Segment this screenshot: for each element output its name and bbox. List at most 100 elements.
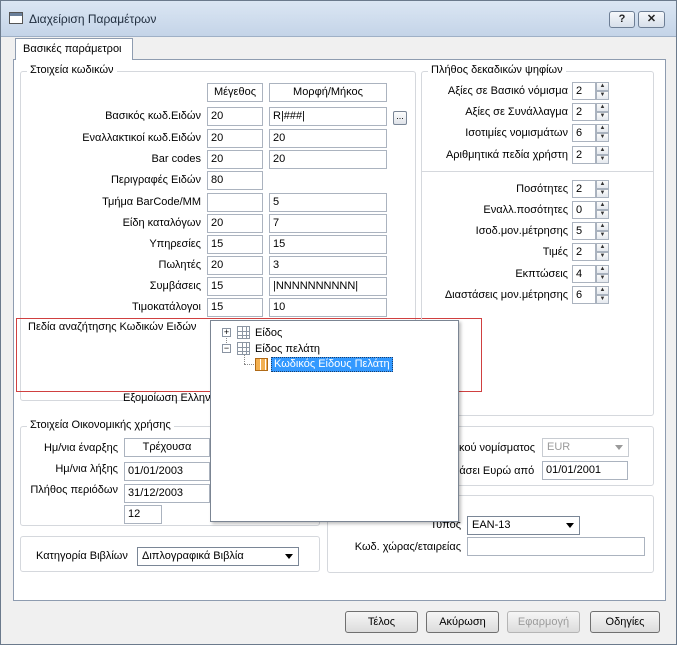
spin-up-icon[interactable]: ▲ [596,103,609,112]
title-bar: Διαχείριση Παραμέτρων ? ✕ [1,1,676,37]
decimals-label: Τιμές [542,246,568,258]
code-format-input[interactable]: 3 [269,256,387,275]
code-format-input[interactable]: |NNNNNNNNNN| [269,277,387,296]
code-row-label: Είδη καταλόγων [122,217,201,229]
tab-basic-parameters[interactable]: Βασικές παράμετροι [15,38,133,60]
code-size-input[interactable]: 15 [207,298,263,317]
decimals-value[interactable]: 5 [572,222,596,240]
decimals-value[interactable]: 4 [572,265,596,283]
spin-down-icon[interactable]: ▼ [596,252,609,261]
spin-down-icon[interactable]: ▼ [596,231,609,240]
decimals-value[interactable]: 2 [572,146,596,164]
decimals-value[interactable]: 2 [572,243,596,261]
decimals-spinner[interactable]: 6 ▲ ▼ [572,124,610,142]
decimals-spinner[interactable]: 2 ▲ ▼ [572,180,610,198]
finish-button[interactable]: Τέλος [345,611,418,633]
tree-item-label: Είδος πελάτη [255,343,321,355]
decimals-value[interactable]: 0 [572,201,596,219]
decimals-label: Αξίες σε Συνάλλαγμα [465,106,568,118]
format-picker-button[interactable]: ... [393,111,407,125]
guide-button[interactable]: Οδηγίες [590,611,660,633]
search-fields-tree[interactable]: + Είδος − Είδος πελάτη Κωδικός Είδους Πε… [210,320,459,522]
euro-date-input[interactable]: 01/01/2001 [542,461,628,480]
help-button[interactable]: ? [609,11,635,28]
fiscal-end-label: Ημ/νια λήξης [55,463,118,475]
code-size-input[interactable]: 20 [207,150,263,169]
spin-down-icon[interactable]: ▼ [596,155,609,164]
code-size-input[interactable]: 20 [207,256,263,275]
decimals-spinner[interactable]: 2 ▲ ▼ [572,146,610,164]
code-size-input[interactable]: 15 [207,277,263,296]
spin-up-icon[interactable]: ▲ [596,265,609,274]
code-size-input[interactable]: 20 [207,129,263,148]
decimals-spinner[interactable]: 2 ▲ ▼ [572,103,610,121]
decimals-value[interactable]: 6 [572,286,596,304]
spin-up-icon[interactable]: ▲ [596,243,609,252]
size-column-header: Μέγεθος [207,83,263,102]
spin-up-icon[interactable]: ▲ [596,286,609,295]
spin-down-icon[interactable]: ▼ [596,210,609,219]
apply-button: Εφαρμογή [507,611,580,633]
country-code-input[interactable] [467,537,645,556]
spin-down-icon[interactable]: ▼ [596,274,609,283]
tree-item-label-selected: Κωδικός Είδους Πελάτη [271,357,393,372]
euro-date-label: βάσει Ευρώ από [453,465,535,477]
spin-down-icon[interactable]: ▼ [596,189,609,198]
spin-up-icon[interactable]: ▲ [596,180,609,189]
code-format-input[interactable]: 7 [269,214,387,233]
fiscal-start-input[interactable]: 01/01/2003 [124,462,210,481]
codes-group-title: Στοιχεία κωδικών [27,64,117,76]
table-icon [237,326,250,339]
fiscal-periods-input[interactable]: 12 [124,505,162,524]
spin-up-icon[interactable]: ▲ [596,82,609,91]
fiscal-current-header: Τρέχουσα [124,438,210,457]
decimals-spinner[interactable]: 2 ▲ ▼ [572,82,610,100]
base-currency-label: κού νομίσματος [459,442,536,454]
code-format-input[interactable]: 10 [269,298,387,317]
collapse-icon[interactable]: − [222,344,231,353]
code-size-input[interactable]: 20 [207,214,263,233]
code-size-input[interactable]: 80 [207,171,263,190]
code-size-input[interactable]: 20 [207,107,263,126]
decimals-spinner[interactable]: 6 ▲ ▼ [572,286,610,304]
decimals-spinner[interactable]: 5 ▲ ▼ [572,222,610,240]
tree-item-customer-item-code[interactable]: Κωδικός Είδους Πελάτη [219,357,399,373]
spin-up-icon[interactable]: ▲ [596,124,609,133]
decimals-label: Αριθμητικά πεδία χρήστη [445,149,568,161]
spin-down-icon[interactable]: ▼ [596,295,609,304]
decimals-value[interactable]: 2 [572,180,596,198]
cancel-button[interactable]: Ακύρωση [426,611,499,633]
decimals-label: Αξίες σε Βασικό νόμισμα [447,85,568,97]
decimals-spinner[interactable]: 2 ▲ ▼ [572,243,610,261]
code-format-input[interactable]: 20 [269,129,387,148]
code-format-input[interactable]: 20 [269,150,387,169]
spin-up-icon[interactable]: ▲ [596,222,609,231]
decimals-label: Ποσότητες [516,183,568,195]
code-format-input[interactable]: 5 [269,193,387,212]
spin-up-icon[interactable]: ▲ [596,146,609,155]
spin-down-icon[interactable]: ▼ [596,91,609,100]
barcode-type-select[interactable]: EAN-13 [467,516,580,535]
decimals-value[interactable]: 6 [572,124,596,142]
window-icon [9,12,23,24]
spin-down-icon[interactable]: ▼ [596,112,609,121]
books-category-select[interactable]: Διπλογραφικά Βιβλία [137,547,299,566]
spin-down-icon[interactable]: ▼ [596,133,609,142]
spin-up-icon[interactable]: ▲ [596,201,609,210]
fiscal-periods-label: Πλήθος περιόδων [30,484,118,496]
expand-icon[interactable]: + [222,328,231,337]
decimals-spinner[interactable]: 4 ▲ ▼ [572,265,610,283]
decimals-value[interactable]: 2 [572,103,596,121]
close-icon[interactable]: ✕ [638,11,665,28]
code-format-input[interactable]: 15 [269,235,387,254]
decimals-value[interactable]: 2 [572,82,596,100]
code-size-input[interactable] [207,193,263,212]
code-size-input[interactable]: 15 [207,235,263,254]
decimals-spinner[interactable]: 0 ▲ ▼ [572,201,610,219]
fiscal-end-input[interactable]: 31/12/2003 [124,484,210,503]
code-row-label: Βασικός κωδ.Ειδών [105,110,201,122]
decimals-label: Εναλλ.ποσότητες [483,204,568,216]
greek-emulation-label: Εξομοίωση Ελλην [123,392,211,404]
code-format-input[interactable]: R|###| [269,107,387,126]
chevron-down-icon [566,523,574,528]
